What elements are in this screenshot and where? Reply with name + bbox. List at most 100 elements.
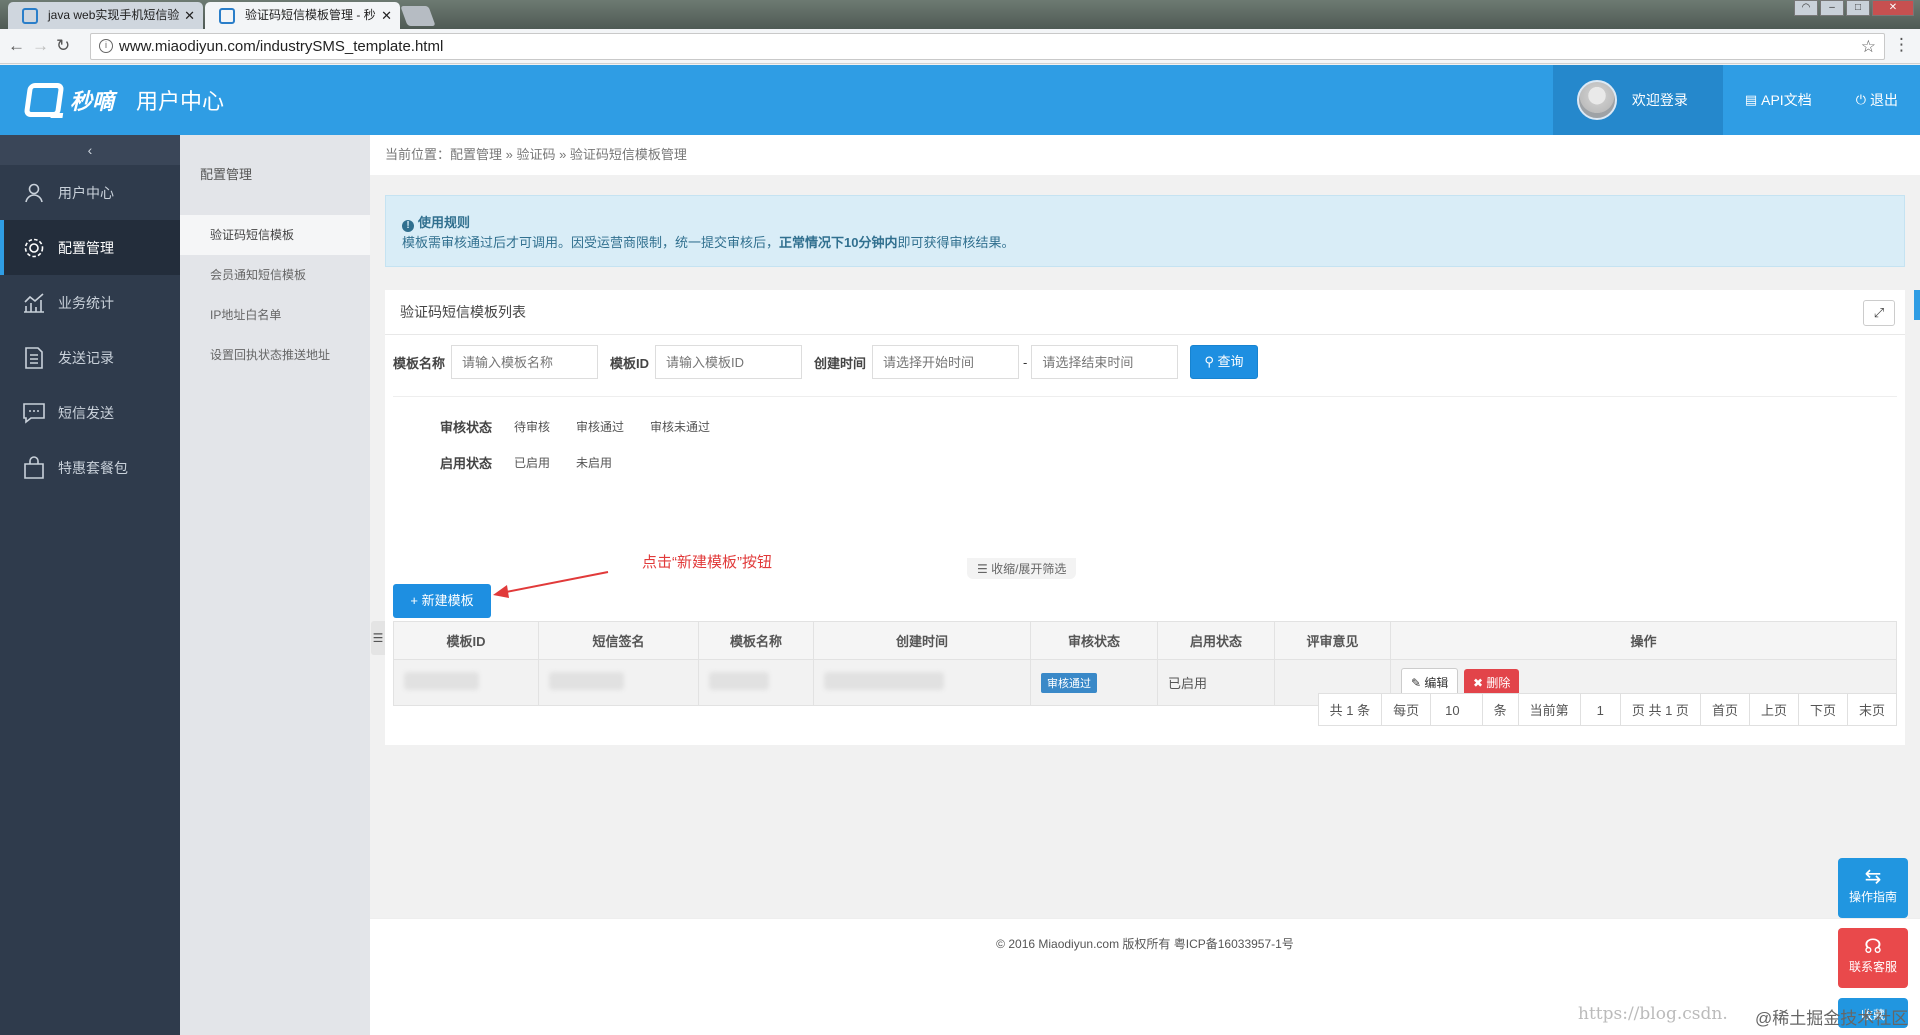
power-icon: ⏻ <box>1855 92 1866 107</box>
close-icon: ✖ <box>1473 676 1487 690</box>
star-icon[interactable]: ☆ <box>1861 34 1876 59</box>
customer-service-button[interactable]: ☊ 联系客服 <box>1838 928 1908 988</box>
sidebar-item-label: 配置管理 <box>58 239 114 256</box>
pager-current-label: 当前第 <box>1517 693 1581 726</box>
menu-icon[interactable]: ⋮ <box>1893 35 1910 55</box>
logout-label: 退出 <box>1870 92 1898 108</box>
user-icon <box>22 181 46 205</box>
minimize-icon[interactable]: – <box>1820 0 1844 16</box>
sidebar-item-user-center[interactable]: 用户中心 <box>0 165 180 220</box>
template-list-panel: 验证码短信模板列表 ⤢ 模板名称 模板ID 创建时间 - ⚲ 查询 审核状态 待… <box>371 290 1905 745</box>
api-doc-link[interactable]: ▤ API文档 <box>1723 65 1834 135</box>
toggle-filter-label: 收缩/展开筛选 <box>991 562 1067 576</box>
welcome-text: 欢迎登录 <box>1631 92 1688 108</box>
close-window-icon[interactable]: ✕ <box>1872 0 1914 16</box>
range-dash: - <box>1023 354 1028 370</box>
enable-option-on[interactable]: 已启用 <box>514 454 550 471</box>
submenu-item-ip-whitelist[interactable]: IP地址白名单 <box>180 295 370 335</box>
menu-toggle-handle[interactable]: ☰ <box>371 621 385 655</box>
browser-tab[interactable]: java web实现手机短信验 ✕ <box>8 2 203 29</box>
sidebar-item-stats[interactable]: 业务统计 <box>0 275 180 330</box>
pager-prev[interactable]: 上页 <box>1748 693 1799 726</box>
cell-enable-status: 已启用 <box>1157 659 1275 706</box>
watermark-site: @稀土掘金技术社区 <box>1755 1009 1909 1028</box>
sidebar-item-config[interactable]: 配置管理 <box>0 220 180 275</box>
expand-icon[interactable]: ⤢ <box>1863 300 1895 326</box>
user-menu[interactable]: 欢迎登录 <box>1552 65 1723 135</box>
logo-icon <box>23 83 65 117</box>
new-tab-button[interactable] <box>400 6 436 26</box>
app-header: 秒嘀 用户中心 欢迎登录 ▤ API文档 ⏻ 退出 <box>0 65 1920 135</box>
sidebar: ‹ 用户中心 配置管理 业务统计 发送记录 短信发送 特惠套餐包 <box>0 135 180 1035</box>
id-label: 模板ID <box>610 355 650 371</box>
enable-status-filter: 启用状态 已启用 未启用 <box>440 453 638 472</box>
sidebar-item-packages[interactable]: 特惠套餐包 <box>0 440 180 495</box>
end-time-input[interactable] <box>1031 345 1179 379</box>
scrollbar-indicator[interactable] <box>1914 290 1920 320</box>
guide-button[interactable]: ⇆ 操作指南 <box>1838 858 1908 918</box>
document-icon <box>22 346 46 370</box>
headset-icon: ☊ <box>1864 936 1882 958</box>
template-name-input[interactable] <box>451 345 599 379</box>
divider <box>393 396 1897 397</box>
browser-tab-active[interactable]: 验证码短信模板管理 - 秒 ✕ <box>205 2 400 29</box>
maximize-icon[interactable]: □ <box>1846 0 1870 16</box>
logo[interactable]: 秒嘀 用户中心 <box>23 83 224 117</box>
filter-row: 模板名称 模板ID 创建时间 - ⚲ 查询 <box>393 345 1258 379</box>
new-template-button[interactable]: + 新建模板 <box>393 584 491 618</box>
pager-next[interactable]: 下页 <box>1797 693 1848 726</box>
logout-link[interactable]: ⏻ 退出 <box>1834 65 1920 135</box>
enable-option-off[interactable]: 未启用 <box>576 454 612 471</box>
pager-last[interactable]: 末页 <box>1846 693 1897 726</box>
new-template-label: 新建模板 <box>421 593 474 608</box>
pager-per-page-label: 每页 <box>1381 693 1432 726</box>
delete-button[interactable]: ✖ 删除 <box>1464 669 1520 696</box>
info-icon[interactable]: i <box>99 39 113 53</box>
tab-title: 验证码短信模板管理 - 秒 <box>245 8 376 22</box>
submenu-item-verify-template[interactable]: 验证码短信模板 <box>180 215 370 255</box>
col-actions: 操作 <box>1390 621 1897 660</box>
user-icon[interactable]: ◠ <box>1794 0 1818 16</box>
query-button[interactable]: ⚲ 查询 <box>1190 345 1258 379</box>
pager-per-page-input[interactable]: 10 <box>1430 693 1483 726</box>
forward-icon[interactable]: → <box>32 36 49 56</box>
url-input[interactable]: i www.miaodiyun.com/industrySMS_template… <box>90 33 1885 60</box>
audit-option-approved[interactable]: 审核通过 <box>576 418 624 435</box>
audit-option-pending[interactable]: 待审核 <box>514 418 550 435</box>
back-icon[interactable]: ← <box>8 36 25 56</box>
toggle-filter-button[interactable]: ☰ 收缩/展开筛选 <box>967 558 1077 579</box>
guide-label: 操作指南 <box>1848 890 1897 904</box>
enable-label: 启用状态 <box>440 456 493 471</box>
pager-current-input[interactable]: 1 <box>1579 693 1621 726</box>
pencil-icon: ✎ <box>1411 676 1425 690</box>
chart-icon <box>22 291 46 315</box>
close-icon[interactable]: ✕ <box>184 2 195 29</box>
pager-first[interactable]: 首页 <box>1699 693 1750 726</box>
sidebar-item-sms-send[interactable]: 短信发送 <box>0 385 180 440</box>
sidebar-item-label: 短信发送 <box>58 404 114 421</box>
submenu-item-callback-url[interactable]: 设置回执状态推送地址 <box>180 335 370 375</box>
start-time-input[interactable] <box>872 345 1020 379</box>
page-icon <box>22 8 38 24</box>
sidebar-item-label: 发送记录 <box>58 349 114 366</box>
reload-icon[interactable]: ↻ <box>56 36 70 56</box>
close-icon[interactable]: ✕ <box>381 2 392 29</box>
tab-title: java web实现手机短信验 <box>48 8 180 22</box>
pager-total: 共 1 条 <box>1317 693 1383 726</box>
cell-signature <box>538 659 699 706</box>
edit-label: 编辑 <box>1424 676 1449 690</box>
template-id-input[interactable] <box>655 345 803 379</box>
sidebar-item-records[interactable]: 发送记录 <box>0 330 180 385</box>
chevron-left-icon[interactable]: ‹ <box>0 135 180 165</box>
annotation-arrow <box>493 571 609 598</box>
name-label: 模板名称 <box>393 355 446 371</box>
audit-option-rejected[interactable]: 审核未通过 <box>650 418 710 435</box>
audit-label: 审核状态 <box>440 420 493 435</box>
annotation-text: 点击“新建模板”按钮 <box>642 554 772 571</box>
pager-unit: 条 <box>1481 693 1519 726</box>
panel-title: 验证码短信模板列表 <box>385 290 1905 335</box>
sidebar-item-label: 用户中心 <box>58 184 114 201</box>
delete-label: 删除 <box>1486 676 1511 690</box>
submenu-item-member-template[interactable]: 会员通知短信模板 <box>180 255 370 295</box>
gear-icon <box>22 236 46 260</box>
